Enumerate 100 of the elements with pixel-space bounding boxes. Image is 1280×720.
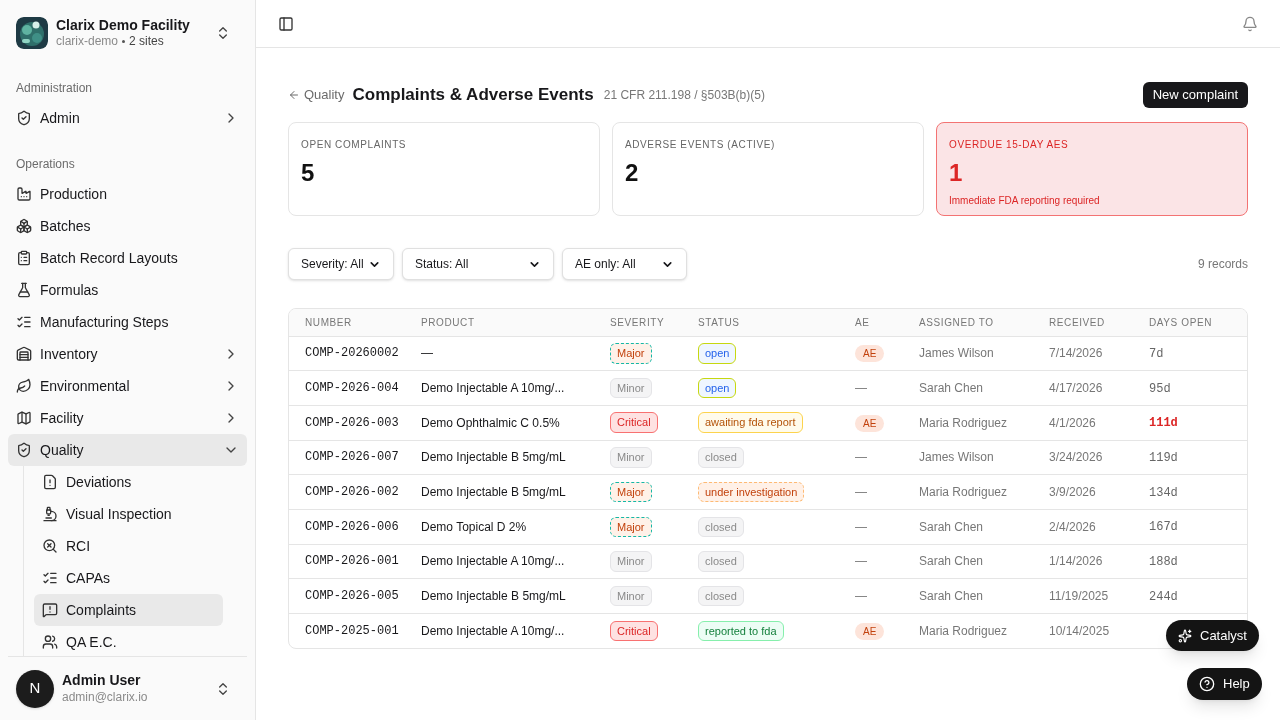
status-tag: under investigation [698,481,805,503]
product-cell: — [421,336,610,371]
product-cell: Demo Injectable A 10mg/... [421,544,610,579]
sidebar-subitem[interactable]: Complaints [34,594,223,626]
sidebar-item[interactable]: Facility [8,402,247,434]
sidebar-subitem[interactable]: QA E.C. [34,626,223,656]
column-header: RECEIVED [1049,309,1149,336]
sidebar-item[interactable]: Environmental [8,370,247,402]
ae-cell: — [855,589,867,604]
ae-cell: — [855,381,867,396]
product-cell: Demo Injectable B 5mg/mL [421,578,610,614]
complaint-number: COMP-2026-003 [289,405,421,441]
sidebar-item[interactable]: Batch Record Layouts [8,242,247,274]
ae-cell: — [855,485,867,500]
sidebar-subitem[interactable]: Deviations [34,466,223,498]
ae-tag: AE [855,414,885,432]
help-icon [1199,676,1215,692]
ae-tag: AE [855,345,885,363]
sidebar-subitem[interactable]: CAPAs [34,562,223,594]
catalyst-button[interactable]: Catalyst [1166,620,1259,651]
status-tag: closed [698,516,744,538]
factory-icon [16,186,32,202]
map-icon [16,410,32,426]
sidebar-item[interactable]: Inventory [8,338,247,370]
users-icon [42,634,58,650]
assignee-cell: Sarah Chen [919,370,1049,406]
sidebar-item[interactable]: Admin [8,102,247,134]
boxes-icon [16,218,32,234]
severity-tag: Minor [610,447,652,468]
checklist-icon [42,570,58,586]
column-header: PRODUCT [421,309,610,336]
file-alert-icon [42,474,58,490]
status-tag: closed [698,447,744,468]
product-cell: Demo Ophthalmic C 0.5% [421,405,610,441]
filter-dropdown[interactable]: Severity: All [288,248,394,280]
stat-value: 5 [301,161,316,185]
complaint-number: COMP-2026-005 [289,578,421,614]
days-open: 111d [1149,416,1178,431]
sidebar-toggle-icon[interactable] [278,15,294,32]
organization-name: Clarix Demo Facility [56,16,191,35]
received-date: 3/9/2026 [1049,474,1149,510]
product-cell: Demo Injectable A 10mg/... [421,613,610,649]
regulation-reference: 21 CFR 211.198 / §503B(b)(5) [603,87,765,104]
clipboard-icon [16,250,32,266]
severity-tag: Minor [610,377,652,399]
assignee-cell: Maria Rodriguez [919,613,1049,649]
column-header: NUMBER [289,309,421,336]
checklist-icon [16,314,32,330]
received-date: 4/1/2026 [1049,405,1149,441]
severity-tag: Major [610,481,652,503]
received-date: 2/4/2026 [1049,509,1149,545]
ae-cell: — [855,450,867,465]
user-avatar: N [16,669,54,708]
days-open: 119d [1149,450,1178,465]
ae-cell: — [855,519,867,534]
column-header: DAYS OPEN [1149,309,1247,336]
stat-label: OVERDUE 15-DAY AES [949,138,1070,152]
received-date: 10/14/2025 [1049,613,1149,649]
notification-icon[interactable] [1242,15,1258,32]
days-open: 95d [1149,381,1171,396]
severity-tag: Minor [610,585,652,607]
user-name: Admin User [62,672,142,690]
sidebar-item[interactable]: Quality [8,434,247,466]
days-open: 167d [1149,520,1178,535]
sidebar-subitem[interactable]: Visual Inspection [34,498,223,530]
received-date: 1/14/2026 [1049,544,1149,579]
column-header: ASSIGNED TO [919,309,1049,336]
complaint-number: COMP-2026-002 [289,474,421,510]
complaint-number: COMP-2026-004 [289,370,421,406]
back-link[interactable]: Quality [288,85,345,105]
ae-cell: — [855,554,867,569]
received-date: 7/14/2026 [1049,336,1149,371]
search-x-icon [42,538,58,554]
section-heading: Operations [15,156,76,173]
filter-dropdown[interactable]: Status: All [402,248,554,280]
leaf-icon [16,378,32,394]
received-date: 11/19/2025 [1049,578,1149,614]
column-header: SEVERITY [610,309,698,336]
complaint-number: COMP-2026-006 [289,509,421,545]
days-open: 134d [1149,485,1178,500]
complaint-number: COMP-2026-007 [289,440,421,475]
stat-note: Immediate FDA reporting required [949,194,1101,208]
sidebar-item[interactable]: Batches [8,210,247,242]
assignee-cell: Maria Rodriguez [919,405,1049,441]
filter-dropdown[interactable]: AE only: All [562,248,687,280]
help-button[interactable]: Help [1187,668,1262,700]
severity-tag: Critical [610,620,658,642]
sidebar-item[interactable]: Production [8,178,247,210]
sidebar-subitem[interactable]: RCI [34,530,223,562]
product-cell: Demo Injectable A 10mg/... [421,370,610,406]
sidebar-item[interactable]: Formulas [8,274,247,306]
new-complaint-button[interactable]: New complaint [1142,82,1248,108]
severity-tag: Critical [610,412,658,433]
status-tag: awaiting fda report [698,412,803,433]
back-arrow-icon [288,89,300,101]
assignee-cell: James Wilson [919,440,1049,475]
severity-tag: Major [610,343,652,364]
sidebar-item[interactable]: Manufacturing Steps [8,306,247,338]
site-count: 2 sites [129,34,164,50]
flask-icon [16,282,32,298]
